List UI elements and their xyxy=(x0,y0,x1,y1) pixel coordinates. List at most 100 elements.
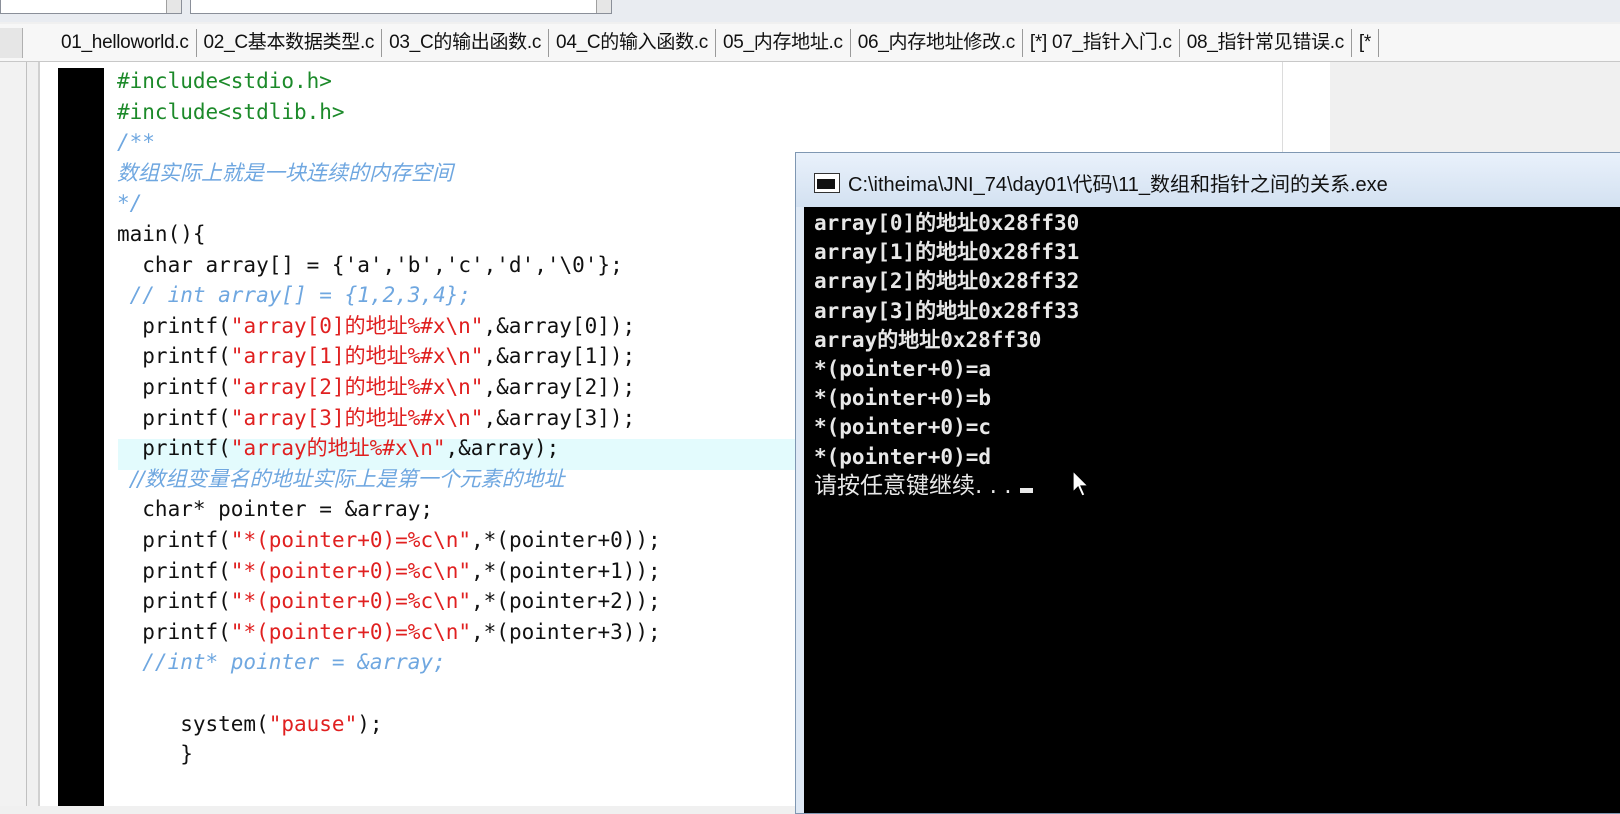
code-line: } xyxy=(117,739,193,769)
code-token: main(){ xyxy=(117,222,206,246)
code-token: #include<stdlib.h> xyxy=(117,99,345,124)
code-token: printf( xyxy=(117,528,231,552)
code-token: //数组变量名的地址实际上是第一个元素的地址 xyxy=(117,466,565,491)
mouse-cursor-icon xyxy=(1072,470,1090,497)
editor-gutter xyxy=(58,68,104,806)
code-line: printf("array[0]的地址%#x\n",&array[0]); xyxy=(117,311,635,341)
code-token: char array[] = {'a','b','c','d','\0'}; xyxy=(117,252,623,277)
code-token: */ xyxy=(117,191,143,216)
code-token: "*(pointer+0)=%c\n" xyxy=(230,619,472,644)
tab-4[interactable]: 05_内存地址.c xyxy=(715,29,851,57)
tab-scroll-left[interactable] xyxy=(0,28,23,58)
console-output: array[0]的地址0x28ff30 array[1]的地址0x28ff31 ar… xyxy=(814,209,1079,501)
code-token: ,&array[0]); xyxy=(483,313,636,338)
console-app-icon xyxy=(814,173,840,193)
console-line: array[0]的地址0x28ff30 xyxy=(814,211,1080,235)
tab-0[interactable]: 01_helloworld.c xyxy=(54,29,197,57)
console-line: array[3]的地址0x28ff33 xyxy=(814,298,1080,323)
tab-8[interactable]: [* xyxy=(1351,29,1379,57)
console-line: array[1]的地址0x28ff31 xyxy=(814,240,1080,265)
tab-5[interactable]: 06_内存地址修改.c xyxy=(850,29,1023,57)
text-cursor-icon xyxy=(1019,487,1033,493)
code-line: /** xyxy=(117,127,155,157)
code-token: ,*(pointer+1)); xyxy=(471,558,661,583)
code-token: "array[2]的地址%#x\n" xyxy=(230,375,484,399)
chevron-down-icon[interactable] xyxy=(596,0,611,13)
code-line: //int* pointer = &array; xyxy=(117,647,446,677)
code-token: printf( xyxy=(117,375,231,399)
console-title: C:\itheima\JNI_74\day01\代码\11_数组和指针之间的关系… xyxy=(848,174,1388,196)
code-token: printf( xyxy=(117,558,231,583)
code-token: printf( xyxy=(117,405,231,430)
code-line: printf("array的地址%#x\n",&array); xyxy=(117,433,559,463)
code-line: */ xyxy=(117,188,142,218)
code-line: printf("array[1]的地址%#x\n",&array[1]); xyxy=(117,341,635,371)
code-token: ,*(pointer+0)); xyxy=(471,528,661,552)
code-token: printf( xyxy=(117,313,231,338)
code-line: printf("*(pointer+0)=%c\n",*(pointer+1))… xyxy=(117,556,661,586)
code-token: ,*(pointer+3)); xyxy=(471,619,661,644)
code-line: printf("*(pointer+0)=%c\n",*(pointer+0))… xyxy=(117,525,661,555)
console-prompt-text: 请按任意键继续. . . xyxy=(814,472,1012,499)
code-token: ,&array); xyxy=(445,436,560,461)
code-line: printf("array[2]的地址%#x\n",&array[2]); xyxy=(117,372,635,402)
code-token: ,&array[2]); xyxy=(483,375,636,399)
tab-1[interactable]: 02_C基本数据类型.c xyxy=(196,29,383,57)
code-token: //int* pointer = &array; xyxy=(117,650,446,675)
code-token: // int array[] = {1,2,3,4}; xyxy=(117,283,472,308)
code-token: "*(pointer+0)=%c\n" xyxy=(230,528,472,552)
code-token: ,&array[1]); xyxy=(483,344,636,369)
code-token: "array的地址%#x\n" xyxy=(230,436,446,461)
code-token: "*(pointer+0)=%c\n" xyxy=(230,558,472,583)
console-output-area: array[0]的地址0x28ff30 array[1]的地址0x28ff31 ar… xyxy=(804,207,1620,813)
code-line: char array[] = {'a','b','c','d','\0'}; xyxy=(117,250,623,280)
code-line: #include<stdio.h> xyxy=(117,66,332,96)
code-token: system( xyxy=(117,711,269,736)
console-prompt: 请按任意键继续. . . xyxy=(814,472,1079,501)
console-line: array[2]的地址0x28ff32 xyxy=(814,269,1080,294)
code-token: printf( xyxy=(117,436,231,461)
code-line: //数组变量名的地址实际上是第一个元素的地址 xyxy=(117,464,565,494)
chevron-down-icon[interactable] xyxy=(166,0,181,13)
code-token: printf( xyxy=(117,589,231,614)
code-line: printf("array[3]的地址%#x\n",&array[3]); xyxy=(117,403,635,433)
toolbar-combo-2[interactable] xyxy=(190,0,612,14)
code-token: "pause" xyxy=(268,711,358,736)
console-line: *(pointer+0)=b xyxy=(814,386,992,411)
tab-list: 01_helloworld.c 02_C基本数据类型.c 03_C的输出函数.c 04… xyxy=(54,29,1379,59)
toolbar-strip xyxy=(0,0,1620,22)
code-line: 数组实际上就是一块连续的内存空间 xyxy=(117,158,453,188)
editor-margin-line xyxy=(1282,62,1283,162)
code-line: main(){ xyxy=(117,219,206,249)
code-token: char* pointer = &array; xyxy=(117,497,434,522)
code-token: 数组实际上就是一块连续的内存空间 xyxy=(117,160,453,185)
console-line: *(pointer+0)=a xyxy=(814,356,992,381)
tab-6[interactable]: [*] 07_指针入门.c xyxy=(1022,29,1180,57)
side-panel xyxy=(0,62,27,806)
file-tab-bar: 01_helloworld.c 02_C基本数据类型.c 03_C的输出函数.c 04… xyxy=(0,24,1620,62)
console-titlebar[interactable]: C:\itheima\JNI_74\day01\代码\11_数组和指针之间的关系… xyxy=(796,153,1620,207)
code-line: system("pause"); xyxy=(117,709,382,739)
code-token: ,&array[3]); xyxy=(483,405,636,430)
code-token: } xyxy=(117,742,193,767)
code-line: // int array[] = {1,2,3,4}; xyxy=(117,280,471,310)
tab-3[interactable]: 04_C的输入函数.c xyxy=(549,29,716,57)
toolbar-combo-1[interactable] xyxy=(0,0,182,14)
console-window[interactable]: C:\itheima\JNI_74\day01\代码\11_数组和指针之间的关系… xyxy=(795,152,1620,814)
code-line: #include<stdlib.h> xyxy=(117,97,345,127)
code-token: "*(pointer+0)=%c\n" xyxy=(230,589,472,614)
tab-7[interactable]: 08_指针常见错误.c xyxy=(1179,29,1352,57)
console-line: *(pointer+0)=d xyxy=(814,444,992,469)
tab-2[interactable]: 03_C的输出函数.c xyxy=(382,29,550,57)
code-token: /** xyxy=(117,130,155,155)
code-token: "array[0]的地址%#x\n" xyxy=(230,313,484,338)
console-line: *(pointer+0)=c xyxy=(814,415,992,440)
code-line: char* pointer = &array; xyxy=(117,494,433,524)
code-line: printf("*(pointer+0)=%c\n",*(pointer+2))… xyxy=(117,586,661,616)
code-token: "array[3]的地址%#x\n" xyxy=(230,405,484,430)
code-token: "array[1]的地址%#x\n" xyxy=(230,344,484,369)
code-token: #include<stdio.h> xyxy=(117,69,332,93)
console-line: array的地址0x28ff30 xyxy=(814,327,1042,352)
code-token: ,*(pointer+2)); xyxy=(471,589,661,614)
code-token: printf( xyxy=(117,344,231,369)
